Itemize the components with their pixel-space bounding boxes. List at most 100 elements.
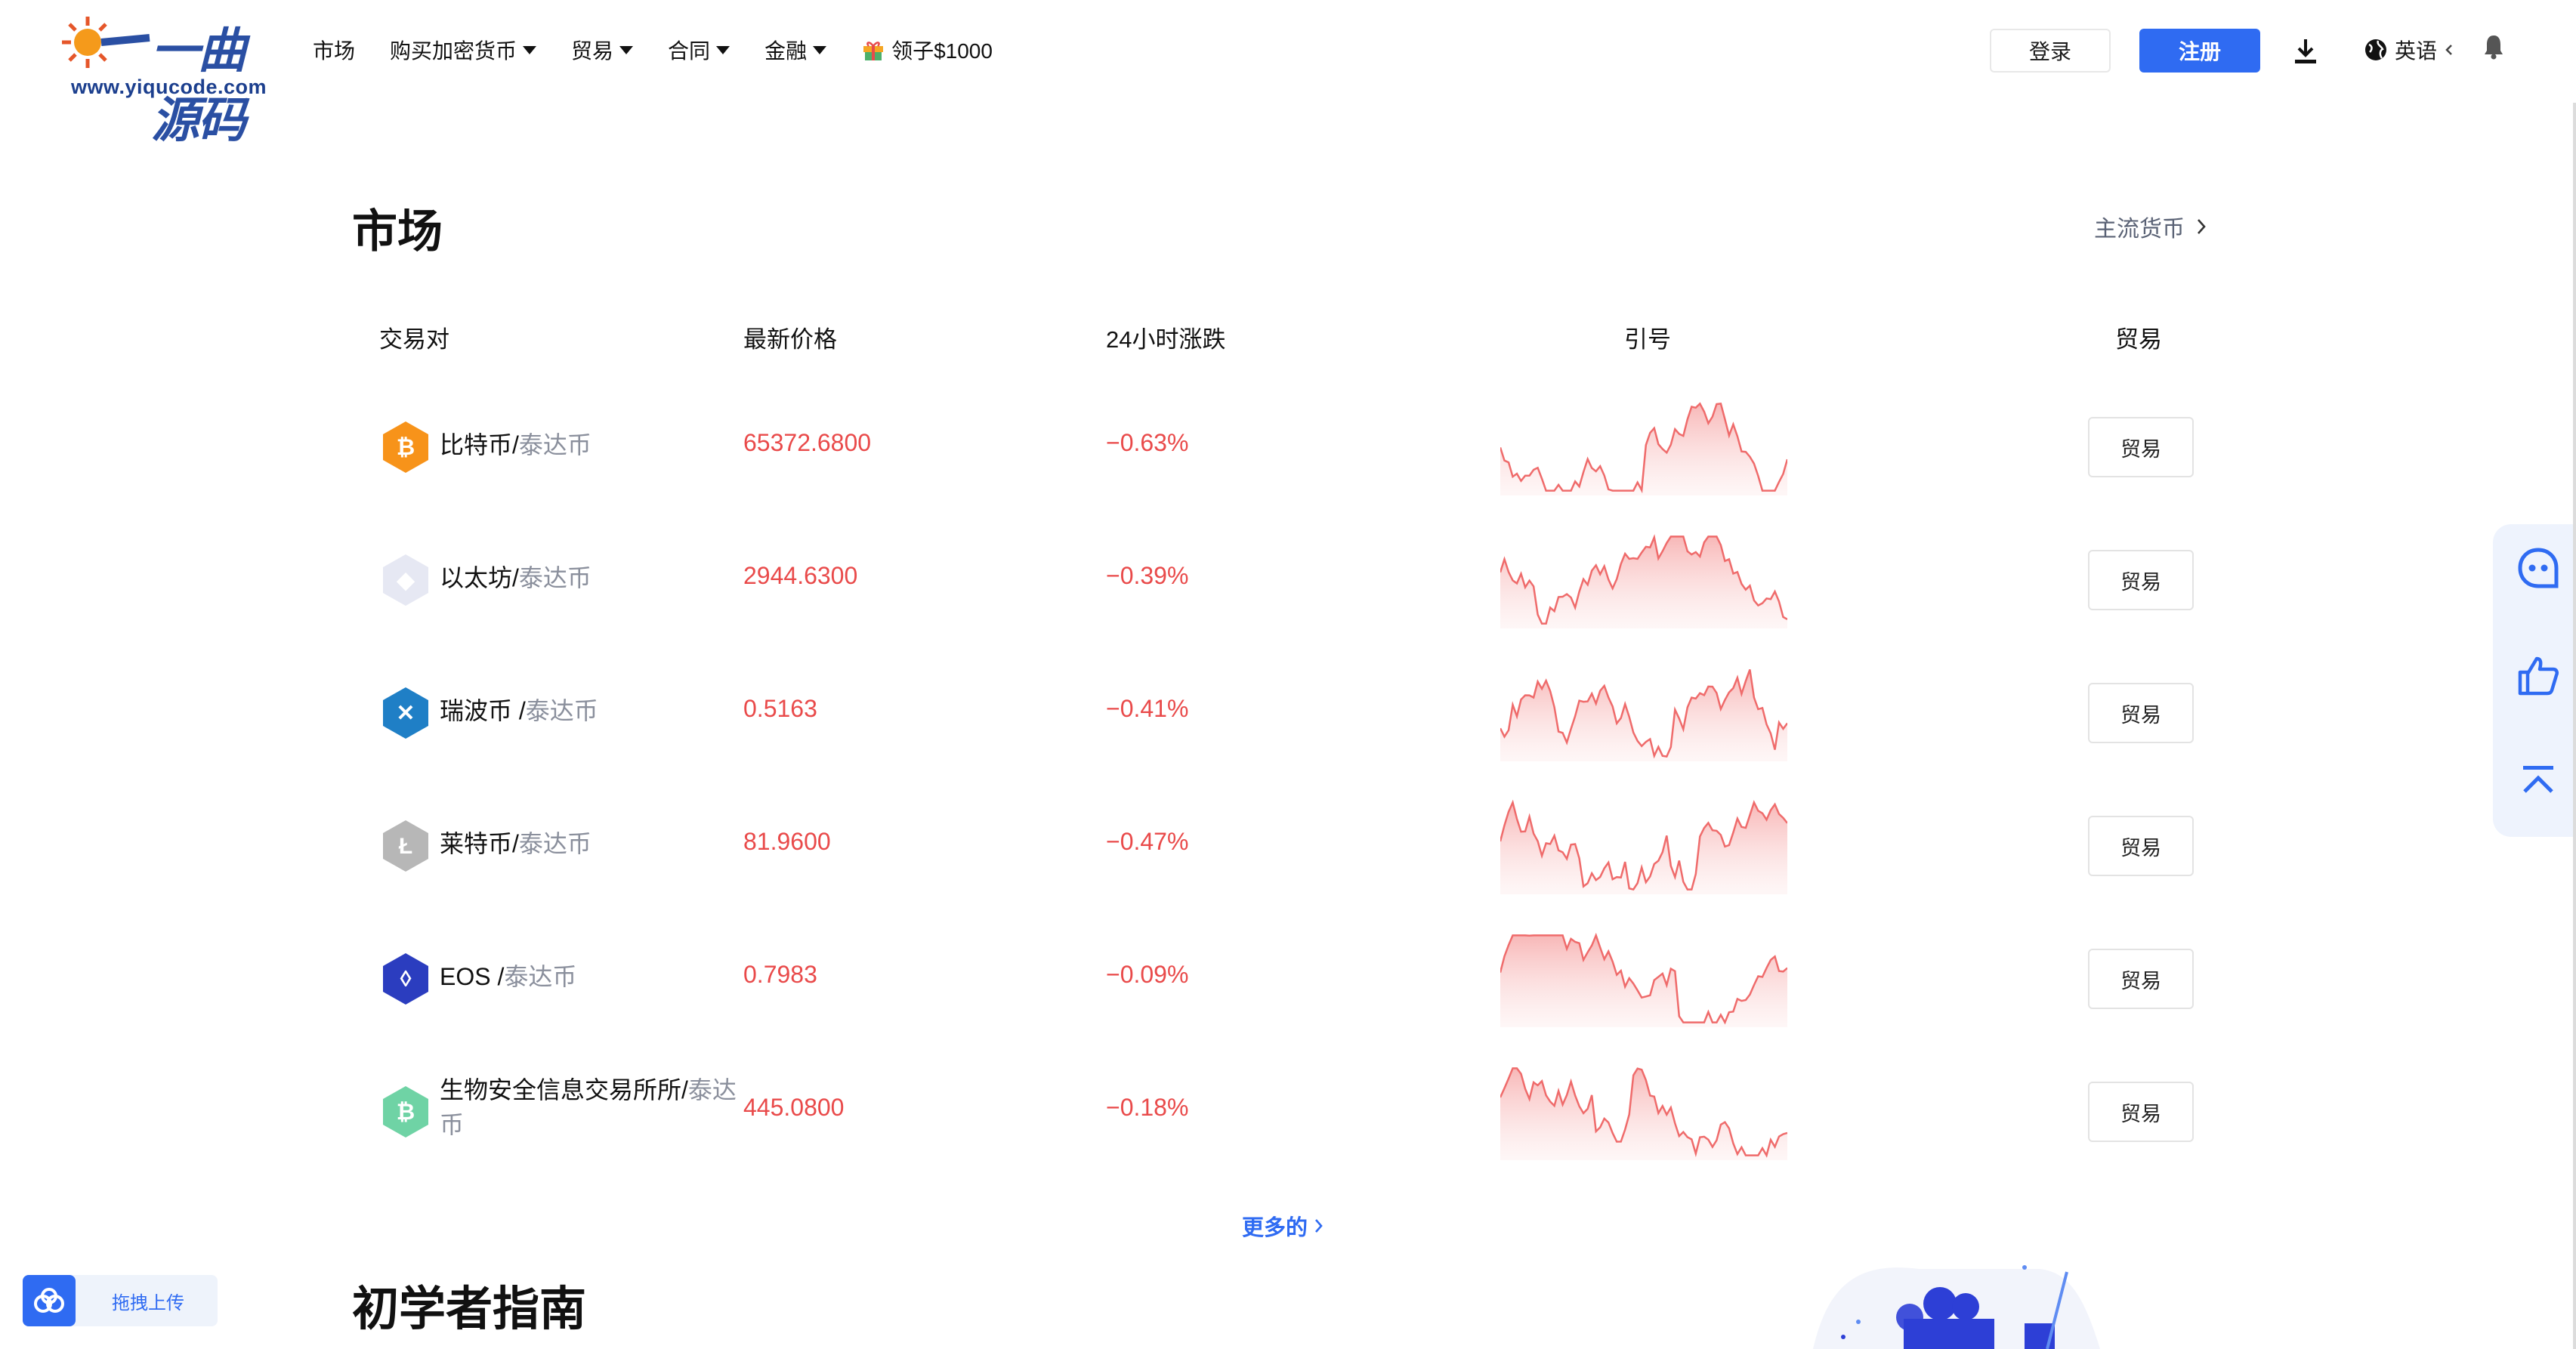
change-24h: −0.39% [1106, 562, 1189, 589]
last-price: 0.5163 [743, 695, 817, 722]
nav-market-label: 市场 [313, 39, 356, 63]
table-row: ◊ EOS /泰达币 0.7983 −0.09% 贸易 [352, 912, 2225, 1045]
main-nav: 市场 购买加密货币 贸易 合同 金融 领子$1000 [313, 35, 993, 65]
column-header-pair: 交易对 [379, 326, 449, 353]
more-link[interactable]: 更多的 [1242, 1210, 1324, 1242]
nav-contract[interactable]: 合同 [668, 35, 730, 65]
top-header: 一曲源码 www.yiqucode.com 市场 购买加密货币 贸易 合同 金融… [0, 0, 2576, 147]
nav-buy-crypto[interactable]: 购买加密货币 [390, 35, 537, 65]
last-price: 81.9600 [743, 828, 831, 855]
pair-name[interactable]: 以太坊/泰达币 [440, 560, 591, 595]
pair-base: 瑞波币 [440, 697, 513, 724]
mainstream-coins-link[interactable]: 主流货币 [2094, 210, 2207, 243]
last-price: 2944.6300 [743, 562, 858, 589]
bell-icon[interactable] [2482, 33, 2505, 60]
trade-button[interactable]: 贸易 [2088, 683, 2194, 743]
chevron-left-icon [2445, 45, 2452, 55]
svg-text:₿: ₿ [397, 435, 415, 460]
last-price: 0.7983 [743, 961, 817, 988]
eos-icon: ◊ [383, 953, 428, 1005]
nav-finance[interactable]: 金融 [764, 35, 827, 65]
back-to-top-icon[interactable] [2516, 757, 2561, 802]
bsv-icon: ₿ [383, 1086, 428, 1138]
table-row: ◆ 以太坊/泰达币 2944.6300 −0.39% 贸易 [352, 514, 2225, 647]
ethereum-icon: ◆ [383, 554, 428, 606]
pair-separator: / [512, 697, 526, 724]
pair-name[interactable]: 生物安全信息交易所所/泰达币 [440, 1073, 745, 1142]
last-price: 65372.6800 [743, 429, 872, 456]
window-edge [2573, 0, 2576, 1349]
nav-market[interactable]: 市场 [313, 35, 355, 65]
chat-icon[interactable] [2516, 545, 2561, 591]
table-row: ₿ 生物安全信息交易所所/泰达币 445.0800 −0.18% 贸易 [352, 1045, 2225, 1178]
price-sparkline [1500, 1067, 1787, 1160]
drag-upload-widget[interactable]: 拖拽上传 [23, 1275, 218, 1326]
pair-separator: / [512, 431, 519, 458]
download-icon[interactable] [2292, 36, 2319, 66]
litecoin-icon: Ł [383, 820, 428, 872]
pair-separator: / [512, 564, 519, 591]
pair-base: 生物安全信息交易所所 [440, 1076, 682, 1104]
nav-finance-label: 金融 [764, 39, 808, 63]
pair-name[interactable]: 比特币/泰达币 [440, 428, 591, 462]
pair-base: 比特币 [440, 431, 513, 458]
pair-base: 以太坊 [440, 564, 513, 591]
pair-quote: 泰达币 [518, 431, 591, 458]
trade-button[interactable]: 贸易 [2088, 550, 2194, 610]
column-header-quote: 引号 [1624, 326, 1671, 353]
change-24h: −0.47% [1106, 828, 1189, 855]
pair-name[interactable]: 瑞波币 /泰达币 [440, 693, 598, 728]
price-sparkline [1500, 534, 1787, 628]
thumbs-up-icon[interactable] [2516, 653, 2561, 698]
table-row: Ł 莱特币/泰达币 81.9600 −0.47% 贸易 [352, 779, 2225, 912]
site-logo[interactable]: 一曲源码 www.yiqucode.com [59, 8, 286, 147]
nav-bonus-label: 领子$1000 [891, 39, 993, 63]
trade-button[interactable]: 贸易 [2088, 816, 2194, 876]
price-sparkline [1500, 668, 1787, 761]
market-title: 市场 [352, 206, 443, 257]
table-row: ₿ 比特币/泰达币 65372.6800 −0.63% 贸易 [352, 381, 2225, 514]
pair-quote: 泰达币 [504, 963, 577, 990]
cloud-upload-icon [23, 1275, 76, 1326]
column-header-price: 最新价格 [743, 326, 837, 353]
column-header-trade: 贸易 [2115, 326, 2162, 353]
pair-name[interactable]: 莱特币/泰达币 [440, 826, 591, 861]
chevron-right-icon [2198, 219, 2206, 234]
nav-bonus[interactable]: 领子$1000 [861, 35, 993, 65]
pair-base: 莱特币 [440, 830, 513, 857]
svg-text:◊: ◊ [400, 967, 412, 992]
pair-quote: 泰达币 [525, 697, 598, 724]
trade-button[interactable]: 贸易 [2088, 1082, 2194, 1142]
language-selector[interactable]: 英语 [2363, 35, 2455, 65]
svg-text:✕: ✕ [396, 701, 415, 726]
svg-text:◆: ◆ [396, 568, 415, 593]
nav-buy-crypto-label: 购买加密货币 [390, 39, 517, 63]
pair-quote: 泰达币 [518, 564, 591, 591]
register-button[interactable]: 注册 [2139, 29, 2260, 73]
logo-url: www.yiqucode.com [71, 76, 267, 98]
svg-text:₿: ₿ [397, 1100, 415, 1125]
ripple-icon: ✕ [383, 687, 428, 739]
trade-button[interactable]: 贸易 [2088, 949, 2194, 1009]
price-sparkline [1500, 799, 1787, 894]
caret-down-icon [716, 45, 730, 54]
pair-separator: / [681, 1076, 688, 1104]
gift-icon [863, 42, 884, 60]
beginner-guide-title: 初学者指南 [352, 1283, 587, 1335]
trade-button[interactable]: 贸易 [2088, 417, 2194, 477]
caret-down-icon [813, 45, 827, 54]
caret-down-icon [619, 45, 634, 54]
language-label: 英语 [2395, 39, 2438, 63]
mainstream-coins-label: 主流货币 [2094, 217, 2185, 242]
pair-separator: / [512, 830, 519, 857]
pair-quote: 泰达币 [518, 830, 591, 857]
nav-trade-label: 贸易 [571, 39, 614, 63]
pair-name[interactable]: EOS /泰达币 [440, 959, 576, 994]
globe-icon [2365, 39, 2386, 60]
chevron-right-icon [1315, 1219, 1323, 1233]
nav-trade[interactable]: 贸易 [571, 35, 634, 65]
pixel-illustration [1813, 1265, 2100, 1349]
svg-text:Ł: Ł [399, 834, 412, 859]
change-24h: −0.18% [1106, 1094, 1189, 1121]
login-button[interactable]: 登录 [1990, 29, 2111, 73]
